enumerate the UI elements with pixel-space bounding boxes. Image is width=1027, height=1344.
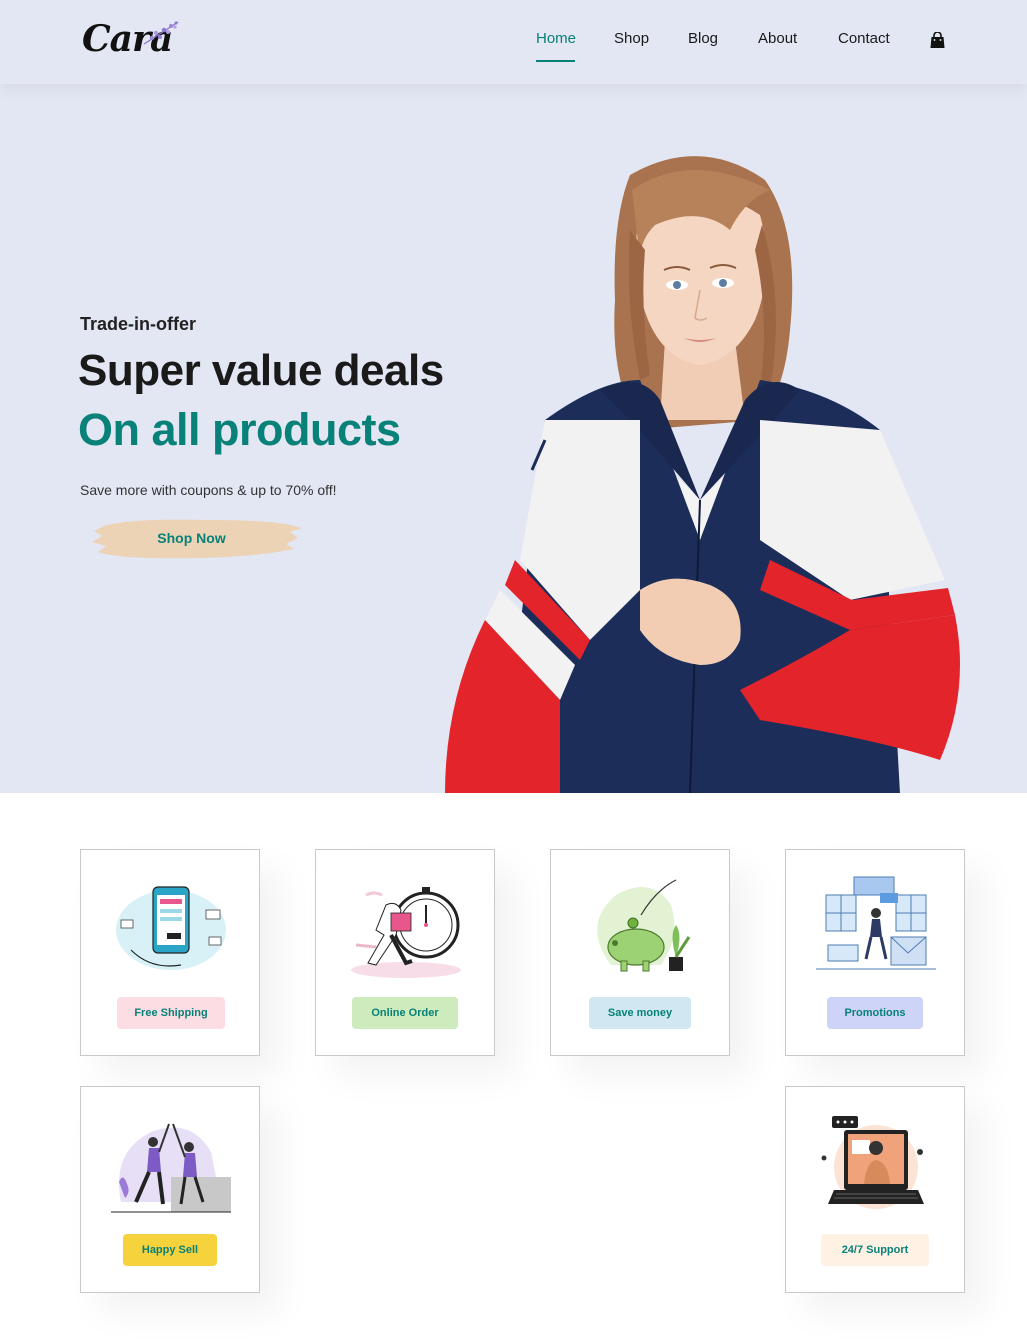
- hero-model-image: [445, 156, 960, 793]
- feature-card-support[interactable]: 24/7 Support: [785, 1086, 965, 1293]
- hero-section: Trade-in-offer Super value deals On all …: [0, 84, 1027, 793]
- feature-tag: Happy Sell: [123, 1234, 217, 1266]
- hero-title-accent: On all products: [78, 404, 401, 455]
- nav-contact[interactable]: Contact: [838, 30, 890, 47]
- lavender-sprig-icon: [143, 21, 179, 45]
- shop-now-label: Shop Now: [157, 530, 226, 546]
- delivery-clock-illustration: [351, 887, 461, 978]
- high-five-illustration: [111, 1123, 231, 1213]
- nav-active-underline: [536, 60, 575, 62]
- logo[interactable]: Cara: [82, 18, 182, 62]
- nav-shop[interactable]: Shop: [614, 30, 649, 47]
- feature-card-promotions[interactable]: Promotions: [785, 849, 965, 1056]
- mobile-payment-illustration: [116, 886, 226, 970]
- nav-blog[interactable]: Blog: [688, 30, 718, 47]
- shop-now-button[interactable]: Shop Now: [90, 516, 305, 562]
- online-support-illustration: [821, 1116, 924, 1209]
- shopping-bag-icon[interactable]: [930, 31, 945, 53]
- feature-tag: Promotions: [827, 997, 923, 1029]
- site-header: Cara Home Shop Blog About Contact: [0, 0, 1027, 84]
- feature-tag: Save money: [589, 997, 691, 1029]
- promotions-illustration: [816, 876, 936, 970]
- feature-tag: Free Shipping: [117, 997, 225, 1029]
- hero-title: Super value deals: [78, 346, 444, 395]
- feature-tag: 24/7 Support: [821, 1234, 929, 1266]
- nav-home[interactable]: Home: [536, 30, 576, 47]
- hero-subtitle: Save more with coupons & up to 70% off!: [80, 482, 337, 498]
- hero-kicker: Trade-in-offer: [80, 314, 197, 334]
- feature-card-save-money[interactable]: Save money: [550, 849, 730, 1056]
- feature-card-free-shipping[interactable]: Free Shipping: [80, 849, 260, 1056]
- feature-tag: Online Order: [352, 997, 458, 1029]
- feature-card-online-order[interactable]: Online Order: [315, 849, 495, 1056]
- piggy-bank-illustration: [597, 879, 691, 972]
- nav-about[interactable]: About: [758, 30, 797, 47]
- feature-card-happy-sell[interactable]: Happy Sell: [80, 1086, 260, 1293]
